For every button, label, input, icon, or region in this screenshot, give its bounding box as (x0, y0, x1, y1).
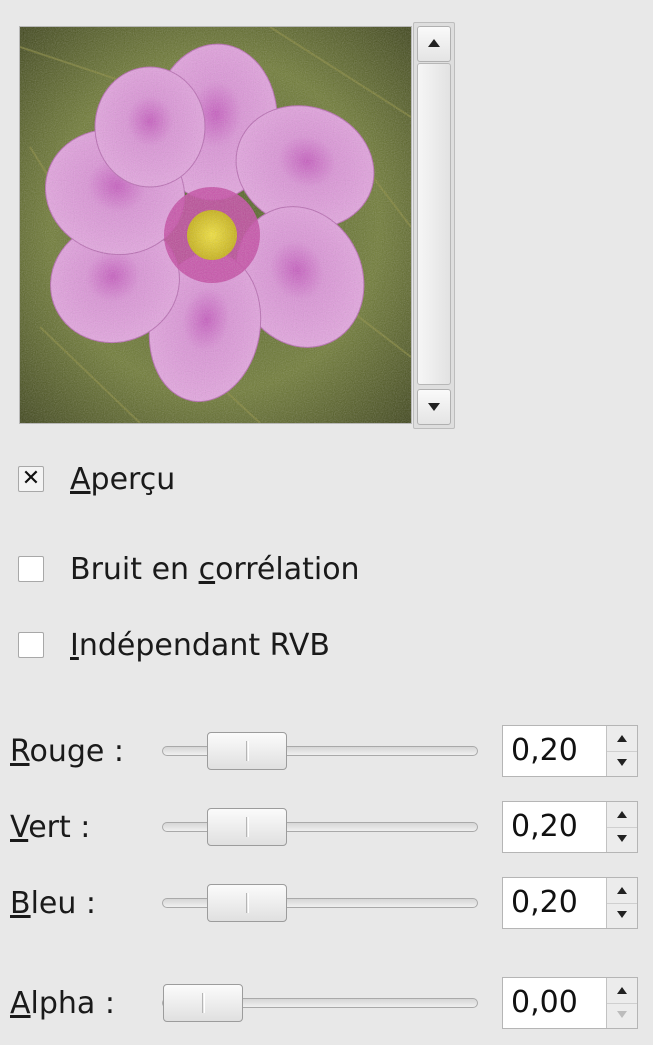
preview-label: Aperçu (70, 462, 175, 497)
red-slider-handle[interactable] (207, 732, 287, 770)
alpha-decrement-icon (607, 1003, 637, 1028)
independent-rgb-checkbox[interactable] (18, 632, 44, 658)
alpha-spinbox[interactable]: 0,00 (502, 977, 638, 1029)
green-value[interactable]: 0,20 (511, 802, 578, 852)
green-decrement-icon[interactable] (607, 827, 637, 852)
preview-label-rest: perçu (90, 461, 176, 497)
green-increment-icon[interactable] (607, 802, 637, 828)
alpha-increment-icon[interactable] (607, 978, 637, 1004)
arrow-up-icon[interactable] (417, 26, 451, 62)
flower-image (20, 27, 411, 423)
blue-slider-handle[interactable] (207, 884, 287, 922)
preview-toggle[interactable]: ✕ Aperçu (18, 462, 175, 497)
blue-decrement-icon[interactable] (607, 903, 637, 928)
preview-image (19, 26, 412, 424)
red-label: Rouge : (10, 734, 125, 769)
blue-increment-icon[interactable] (607, 878, 637, 904)
correlated-noise-checkbox[interactable] (18, 556, 44, 582)
arrow-down-icon[interactable] (417, 389, 451, 425)
correlated-noise-label: Bruit en corrélation (70, 551, 360, 587)
blue-label: Bleu : (10, 886, 97, 921)
alpha-value[interactable]: 0,00 (511, 978, 578, 1028)
red-spinbox[interactable]: 0,20 (502, 725, 638, 777)
correlated-noise-toggle[interactable]: Bruit en corrélation (18, 551, 360, 587)
green-label: Vert : (10, 810, 91, 845)
scrollbar-thumb[interactable] (417, 63, 451, 385)
green-spinbox[interactable]: 0,20 (502, 801, 638, 853)
red-value[interactable]: 0,20 (511, 726, 578, 776)
red-decrement-icon[interactable] (607, 751, 637, 776)
mnemonic-a: A (70, 461, 91, 497)
blue-value[interactable]: 0,20 (511, 878, 578, 928)
alpha-slider-handle[interactable] (163, 984, 243, 1022)
alpha-label: Alpha : (10, 986, 115, 1021)
green-slider-handle[interactable] (207, 808, 287, 846)
checkmark-icon: ✕ (21, 466, 41, 491)
preview-checkbox[interactable]: ✕ (18, 466, 44, 492)
preview-scrollbar[interactable] (413, 22, 455, 429)
independent-rgb-toggle[interactable]: Indépendant RVB (18, 627, 330, 663)
blue-spinbox[interactable]: 0,20 (502, 877, 638, 929)
red-increment-icon[interactable] (607, 726, 637, 752)
independent-rgb-label: Indépendant RVB (70, 627, 330, 663)
